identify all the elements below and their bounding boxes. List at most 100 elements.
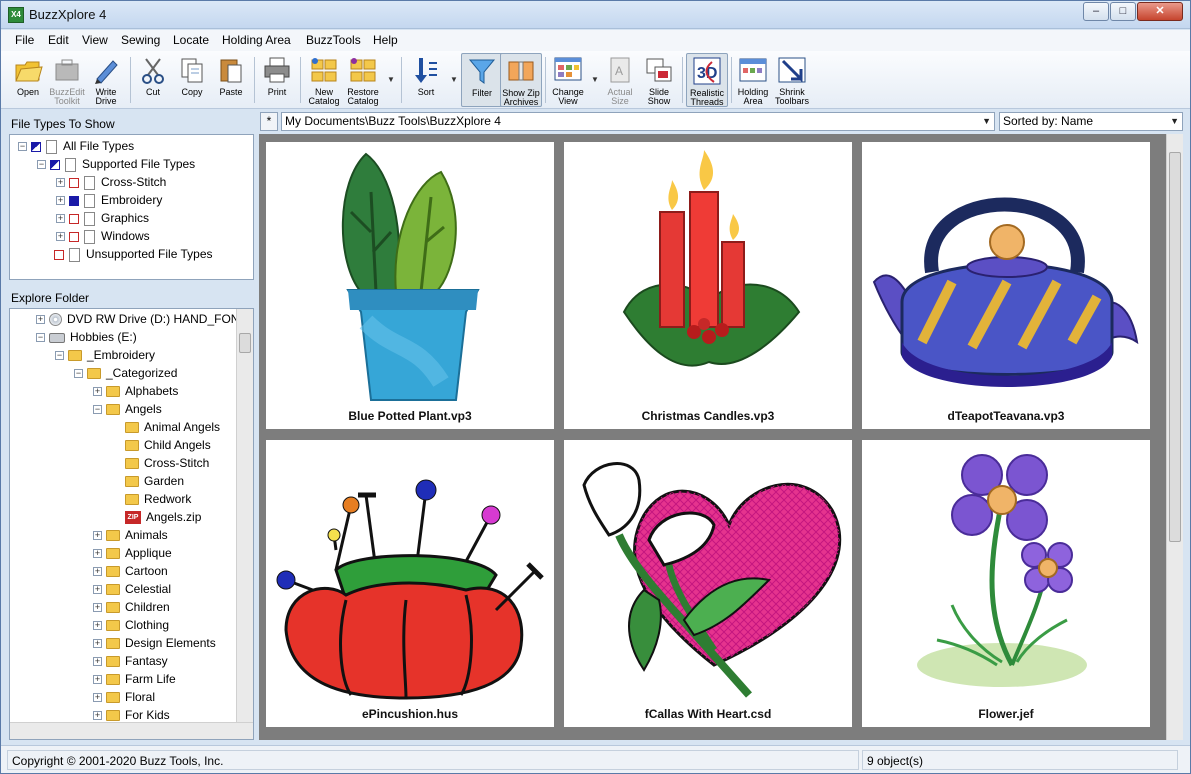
tree-item-embroidery-folder[interactable]: − _Embroidery — [55, 346, 155, 364]
tree-item-unsupported-file-types[interactable]: Unsupported File Types — [54, 245, 213, 263]
checkbox-partial[interactable] — [31, 141, 41, 152]
tree-item-angels-folder[interactable]: − Angels — [93, 400, 162, 418]
tree-item-folder[interactable]: + Farm Life — [93, 670, 176, 688]
collapse-icon[interactable]: − — [93, 405, 102, 415]
change-view-button[interactable]: Change View — [547, 53, 589, 107]
thumbnail-vertical-scrollbar[interactable] — [1166, 134, 1183, 740]
thumbnail-card[interactable]: Blue Potted Plant.vp3 — [266, 142, 554, 429]
collapse-icon[interactable]: − — [55, 351, 64, 361]
checkbox-unchecked[interactable] — [69, 231, 79, 242]
expand-icon[interactable]: + — [56, 232, 65, 242]
explore-vertical-scrollbar[interactable] — [236, 309, 253, 723]
expand-icon[interactable]: + — [56, 214, 65, 224]
thumbnail-card[interactable]: fCallas With Heart.csd — [564, 440, 852, 727]
cut-button[interactable]: Cut — [132, 53, 174, 107]
shrink-toolbars-button[interactable]: Shrink Toolbars — [771, 53, 813, 107]
favorites-button[interactable]: * — [260, 112, 278, 131]
tree-item-folder[interactable]: + Children — [93, 598, 170, 616]
checkbox-unchecked[interactable] — [69, 213, 79, 224]
tree-item-folder[interactable]: Garden — [125, 472, 184, 490]
checkbox-unchecked[interactable] — [54, 249, 64, 260]
expand-icon[interactable]: + — [93, 567, 102, 577]
checkbox-partial[interactable] — [50, 159, 60, 170]
thumbnail-card[interactable]: ePincushion.hus — [266, 440, 554, 727]
maximize-button[interactable]: □ — [1110, 2, 1136, 21]
holding-area-button[interactable]: Holding Area — [732, 53, 774, 107]
tree-item-dvd-drive[interactable]: + DVD RW Drive (D:) HAND_FON — [36, 310, 239, 328]
tree-item-folder[interactable]: + Celestial — [93, 580, 171, 598]
explore-horizontal-scrollbar[interactable] — [10, 722, 253, 739]
restore-catalog-dropdown-icon[interactable]: ▼ — [387, 75, 395, 84]
expand-icon[interactable]: + — [56, 196, 65, 206]
collapse-icon[interactable]: − — [37, 160, 46, 170]
actual-size-button[interactable]: A Actual Size — [599, 53, 641, 107]
realistic-threads-button[interactable]: 3D Realistic Threads — [686, 53, 728, 107]
open-button[interactable]: Open — [7, 53, 49, 107]
tree-item-folder[interactable]: + Floral — [93, 688, 155, 706]
collapse-icon[interactable]: − — [36, 333, 45, 343]
change-view-dropdown-icon[interactable]: ▼ — [591, 75, 599, 84]
tree-item-cross-stitch[interactable]: + Cross-Stitch — [56, 173, 166, 191]
tree-item-folder[interactable]: Cross-Stitch — [125, 454, 209, 472]
expand-icon[interactable]: + — [93, 549, 102, 559]
expand-icon[interactable]: + — [93, 657, 102, 667]
slide-show-button[interactable]: Slide Show — [638, 53, 680, 107]
tree-item-graphics[interactable]: + Graphics — [56, 209, 149, 227]
thumbnail-card[interactable]: Christmas Candles.vp3 — [564, 142, 852, 429]
expand-icon[interactable]: + — [93, 675, 102, 685]
sort-dropdown-icon[interactable]: ▼ — [450, 75, 458, 84]
tree-item-supported-file-types[interactable]: − Supported File Types — [37, 155, 195, 173]
checkbox-checked[interactable] — [69, 195, 79, 206]
tree-item-folder[interactable]: + Animals — [93, 526, 168, 544]
tree-item-all-file-types[interactable]: − All File Types — [18, 137, 134, 155]
menu-sewing[interactable]: Sewing — [121, 33, 160, 47]
collapse-icon[interactable]: − — [18, 142, 27, 152]
expand-icon[interactable]: + — [93, 531, 102, 541]
scroll-thumb[interactable] — [1169, 152, 1181, 542]
show-zip-archives-button[interactable]: Show Zip Archives — [500, 53, 542, 107]
sort-combo[interactable]: Sorted by: Name ▼ — [999, 112, 1183, 131]
menu-holding-area[interactable]: Holding Area — [222, 33, 291, 47]
checkbox-unchecked[interactable] — [69, 177, 79, 188]
restore-catalog-button[interactable]: Restore Catalog — [342, 53, 384, 107]
tree-item-folder[interactable]: Child Angels — [125, 436, 211, 454]
expand-icon[interactable]: + — [93, 711, 102, 721]
paste-button[interactable]: Paste — [210, 53, 252, 107]
collapse-icon[interactable]: − — [74, 369, 83, 379]
expand-icon[interactable]: + — [93, 603, 102, 613]
expand-icon[interactable]: + — [93, 621, 102, 631]
path-combo[interactable]: My Documents\Buzz Tools\BuzzXplore 4 ▼ — [281, 112, 995, 131]
tree-item-folder[interactable]: Redwork — [125, 490, 191, 508]
tree-item-categorized-folder[interactable]: − _Categorized — [74, 364, 177, 382]
expand-icon[interactable]: + — [93, 585, 102, 595]
chevron-down-icon[interactable]: ▼ — [982, 113, 991, 130]
tree-item-folder[interactable]: + Alphabets — [93, 382, 178, 400]
tree-item-folder[interactable]: + Applique — [93, 544, 172, 562]
chevron-down-icon[interactable]: ▼ — [1170, 113, 1179, 130]
tree-item-embroidery[interactable]: + Embroidery — [56, 191, 162, 209]
tree-item-windows[interactable]: + Windows — [56, 227, 150, 245]
write-drive-button[interactable]: Write Drive — [85, 53, 127, 107]
copy-button[interactable]: Copy — [171, 53, 213, 107]
expand-icon[interactable]: + — [93, 387, 102, 397]
tree-item-hobbies-drive[interactable]: − Hobbies (E:) — [36, 328, 137, 346]
tree-item-folder[interactable]: Animal Angels — [125, 418, 220, 436]
expand-icon[interactable]: + — [56, 178, 65, 188]
minimize-button[interactable]: ‒ — [1083, 2, 1109, 21]
new-catalog-button[interactable]: New Catalog — [303, 53, 345, 107]
print-button[interactable]: Print — [256, 53, 298, 107]
menu-buzztools[interactable]: BuzzTools — [306, 33, 361, 47]
tree-item-zip-file[interactable]: ZIP Angels.zip — [125, 508, 201, 526]
thumbnail-card[interactable]: dTeapotTeavana.vp3 — [862, 142, 1150, 429]
tree-item-folder[interactable]: + Clothing — [93, 616, 169, 634]
scroll-thumb[interactable] — [239, 333, 251, 353]
buzzedit-toolkit-button[interactable]: BuzzEdit Toolkit — [46, 53, 88, 107]
expand-icon[interactable]: + — [36, 315, 45, 325]
expand-icon[interactable]: + — [93, 693, 102, 703]
expand-icon[interactable]: + — [93, 639, 102, 649]
tree-item-folder[interactable]: + Cartoon — [93, 562, 168, 580]
menu-edit[interactable]: Edit — [48, 33, 69, 47]
menu-locate[interactable]: Locate — [173, 33, 209, 47]
tree-item-folder[interactable]: + Design Elements — [93, 634, 216, 652]
menu-view[interactable]: View — [82, 33, 108, 47]
